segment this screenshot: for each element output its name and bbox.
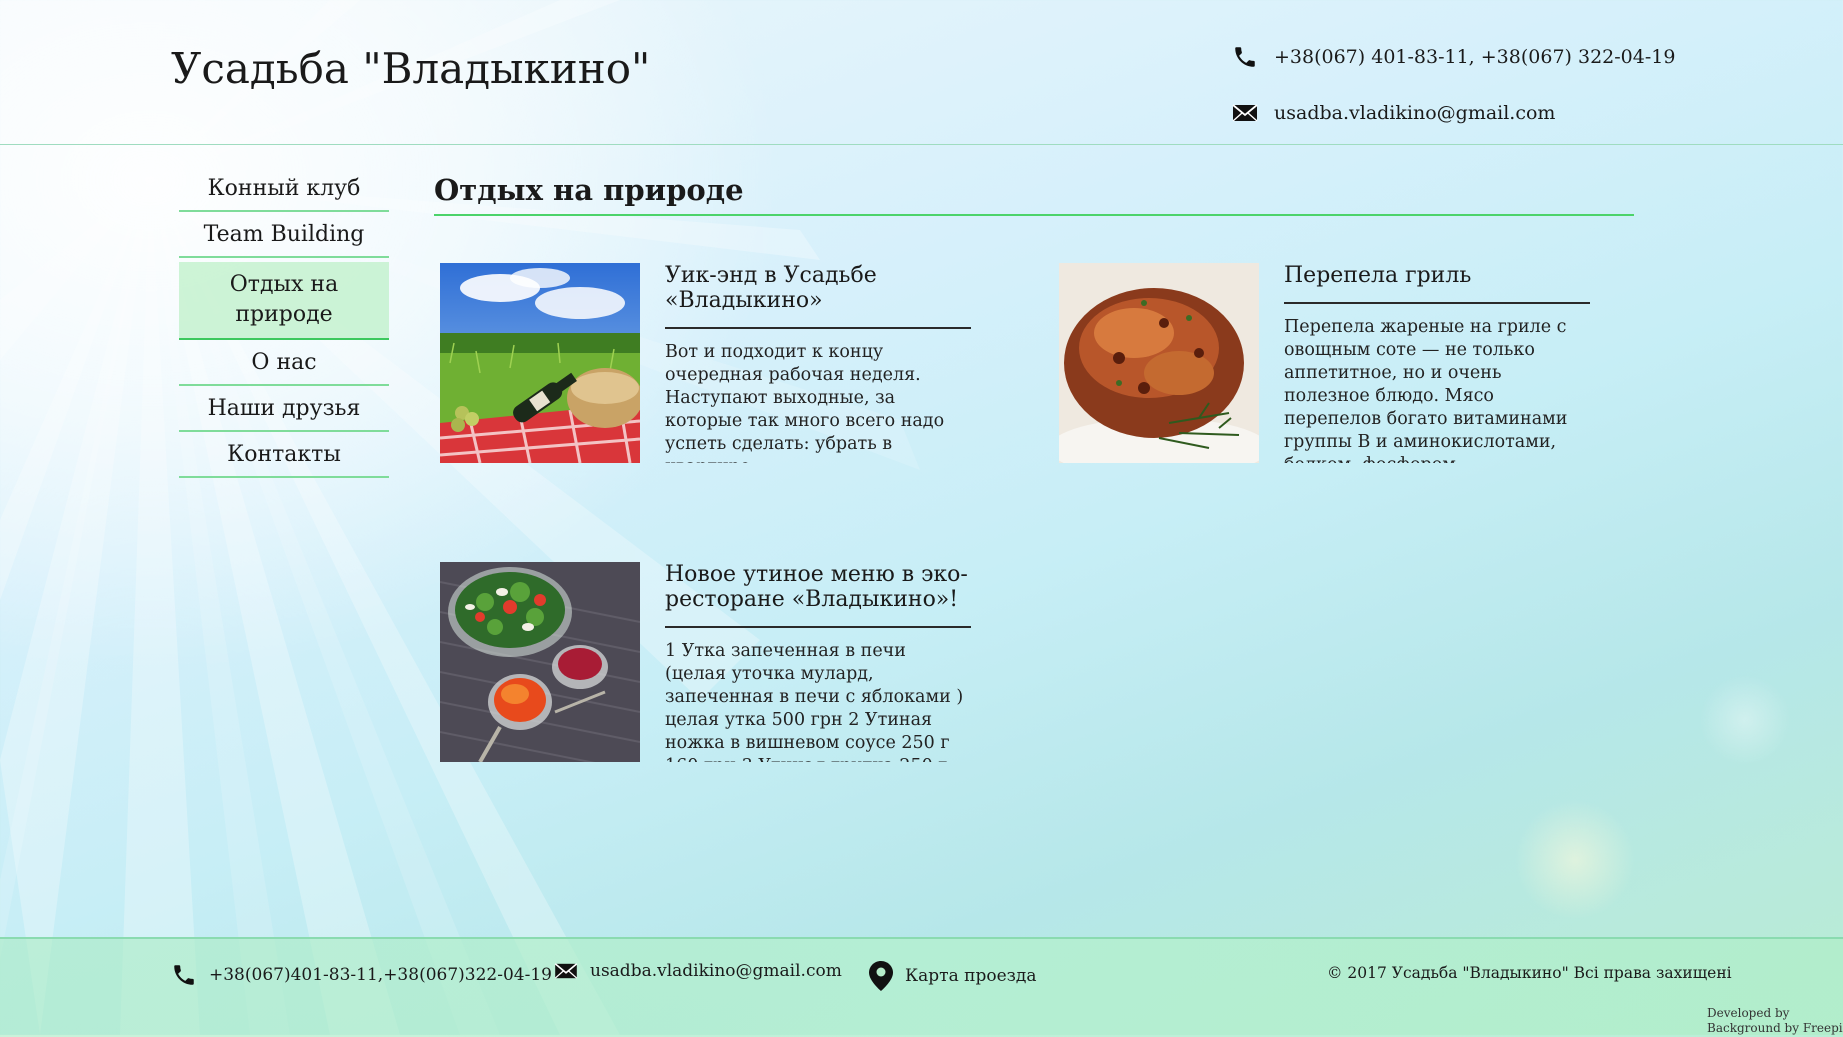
- picnic-photo[interactable]: [440, 263, 640, 463]
- sidebar-item-contacts[interactable]: Контакты: [179, 436, 389, 478]
- footer-map[interactable]: Карта проезда: [869, 961, 1037, 991]
- sidebar-nav: Конный клуб Team Building Отдых на приро…: [179, 170, 389, 482]
- grilled-quail-photo[interactable]: [1059, 263, 1259, 463]
- envelope-icon: [554, 962, 578, 980]
- article-excerpt: Перепела жареные на гриле с овощным соте…: [1284, 317, 1568, 463]
- header-email[interactable]: usadba.vladikino@gmail.com: [1232, 100, 1555, 126]
- envelope-icon: [1232, 100, 1258, 126]
- sidebar-item-horse-club[interactable]: Конный клуб: [179, 170, 389, 212]
- site-header: Усадьба "Владыкино" +38(067) 401-83-11, …: [0, 0, 1843, 145]
- article-body: Перепела гриль Перепела жареные на гриле…: [1284, 263, 1590, 463]
- sidebar-item-friends[interactable]: Наши друзья: [179, 390, 389, 432]
- article-excerpt: 1 Утка запеченная в печи (целая уточка м…: [665, 641, 964, 762]
- map-pin-icon: [869, 961, 893, 991]
- sidebar-item-about[interactable]: О нас: [179, 344, 389, 386]
- duck-salad-photo[interactable]: [440, 562, 640, 762]
- article-body: Уик-энд в Усадьбе «Владыкино» Вот и подх…: [665, 263, 971, 463]
- credit-developer[interactable]: Developed by: [1707, 1006, 1843, 1021]
- article-title[interactable]: Перепела гриль: [1284, 263, 1590, 304]
- map-link[interactable]: Карта проезда: [905, 966, 1037, 986]
- sidebar-item-team-building[interactable]: Team Building: [179, 216, 389, 258]
- article-card: Перепела гриль Перепела жареные на гриле…: [1053, 263, 1598, 463]
- copyright-text: © 2017 Усадьба "Владыкино" Всі права зах…: [1327, 964, 1732, 982]
- phone-icon: [171, 961, 197, 989]
- header-phone-text: +38(067) 401-83-11, +38(067) 322-04-19: [1274, 46, 1676, 68]
- background-sun-rays: [0, 0, 920, 1035]
- credits: Developed by Background by Freepik: [1707, 1006, 1843, 1036]
- site-footer: +38(067)401-83-11,+38(067)322-04-19 usad…: [0, 937, 1843, 1037]
- header-phone: +38(067) 401-83-11, +38(067) 322-04-19: [1232, 44, 1675, 70]
- footer-email-link[interactable]: usadba.vladikino@gmail.com: [590, 961, 842, 981]
- main-content: Отдых на природе: [434, 170, 1634, 216]
- article-card: Уик-энд в Усадьбе «Владыкино» Вот и подх…: [434, 263, 979, 463]
- phone-icon: [1232, 44, 1258, 70]
- article-title[interactable]: Уик-энд в Усадьбе «Владыкино»: [665, 263, 971, 329]
- sidebar-item-nature-rest[interactable]: Отдых на природе: [179, 262, 389, 340]
- footer-email[interactable]: usadba.vladikino@gmail.com: [554, 961, 842, 981]
- header-email-link[interactable]: usadba.vladikino@gmail.com: [1274, 102, 1555, 124]
- article-title[interactable]: Новое утиное меню в эко-ресторане «Влады…: [665, 562, 971, 628]
- article-body: Новое утиное меню в эко-ресторане «Влады…: [665, 562, 971, 762]
- site-title[interactable]: Усадьба "Владыкино": [171, 44, 650, 93]
- page-title: Отдых на природе: [434, 170, 1634, 216]
- credit-background[interactable]: Background by Freepik: [1707, 1021, 1843, 1036]
- article-card: Новое утиное меню в эко-ресторане «Влады…: [434, 562, 979, 762]
- footer-phone-text: +38(067)401-83-11,+38(067)322-04-19: [209, 965, 552, 985]
- footer-phone: +38(067)401-83-11,+38(067)322-04-19: [171, 961, 552, 989]
- article-excerpt: Вот и подходит к концу очередная рабочая…: [665, 342, 945, 463]
